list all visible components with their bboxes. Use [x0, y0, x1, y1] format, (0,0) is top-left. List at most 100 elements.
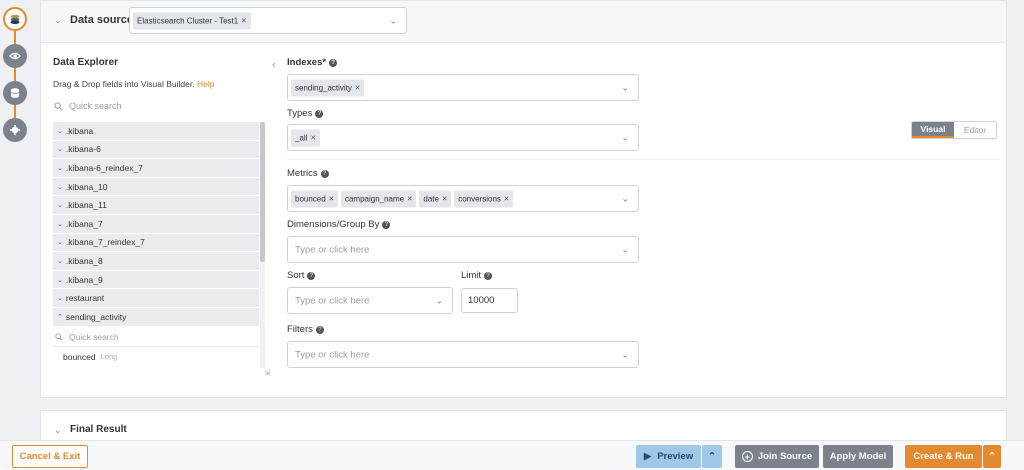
tree-item[interactable]: ⌄ .kibana — [53, 122, 259, 141]
chevron-down-icon[interactable]: ⌄ — [621, 132, 629, 143]
chevron-down-icon: ⌄ — [57, 127, 63, 135]
preview-menu-button[interactable]: ⌃ — [702, 445, 722, 468]
visual-mode-button[interactable]: Visual — [912, 122, 954, 138]
explorer-search-input[interactable]: Quick search — [53, 100, 265, 114]
help-link[interactable]: Help — [197, 79, 214, 89]
tree-item[interactable]: ⌄ .kibana_10 — [53, 177, 259, 197]
remove-icon[interactable]: × — [355, 83, 360, 93]
apply-model-button[interactable]: Apply Model — [823, 445, 893, 468]
metrics-label-text: Metrics — [287, 168, 318, 179]
type-chip: _all × — [291, 129, 320, 146]
type-chip-label: _all — [295, 133, 308, 142]
chevron-down-icon: ⌄ — [57, 220, 63, 228]
preview-button[interactable]: ▶ Preview — [636, 445, 701, 468]
database-icon[interactable] — [3, 81, 27, 105]
resize-handle-icon[interactable]: ⇲ — [264, 369, 270, 377]
data-explorer-title: Data Explorer — [53, 57, 119, 68]
tree-item[interactable]: ⌄ .kibana_11 — [53, 196, 259, 215]
types-select[interactable]: _all × ⌄ — [287, 124, 639, 151]
help-icon[interactable]: ? — [315, 326, 324, 334]
sort-label-text: Sort — [287, 270, 305, 281]
limit-input[interactable]: 10000 — [461, 288, 518, 313]
tree-item-label: .kibana — [65, 125, 94, 136]
collapse-explorer-icon[interactable]: ‹ — [272, 59, 276, 71]
chevron-down-icon[interactable]: ⌄ — [621, 193, 629, 204]
remove-icon[interactable]: × — [329, 194, 334, 204]
join-source-button[interactable]: + Join Source — [735, 445, 819, 468]
field-search-input[interactable]: Quick search — [53, 326, 259, 347]
indexes-select[interactable]: sending_activity × ⌄ — [287, 74, 639, 101]
cancel-exit-button[interactable]: Cancel & Exit — [12, 445, 88, 468]
indexes-label: Indexes*? — [287, 57, 338, 68]
data-source-select[interactable]: Elasticsearch Cluster - Test1 × ⌄ — [129, 7, 407, 34]
dimensions-select[interactable]: Type or click here ⌄ — [287, 236, 639, 263]
tree-item[interactable]: ⌄ .kibana-6_reindex_7 — [53, 159, 259, 178]
play-icon: ▶ — [643, 451, 652, 462]
filters-select[interactable]: Type or click here ⌄ — [287, 341, 639, 368]
help-icon[interactable]: ? — [329, 59, 338, 67]
remove-icon[interactable]: × — [241, 16, 246, 26]
field-type: Long — [100, 352, 118, 362]
metric-chip-label: conversions — [458, 194, 501, 203]
search-icon — [55, 332, 63, 341]
sort-select[interactable]: Type or click here ⌄ — [287, 287, 453, 314]
section-divider — [287, 159, 999, 160]
scrollbar-thumb[interactable] — [260, 122, 265, 262]
help-icon[interactable]: ? — [315, 110, 324, 118]
search-icon — [54, 102, 63, 111]
app-logo-icon[interactable] — [3, 7, 27, 31]
help-icon[interactable]: ? — [320, 170, 329, 178]
chevron-down-icon[interactable]: ⌄ — [54, 15, 62, 26]
remove-icon[interactable]: × — [442, 194, 447, 204]
tree-item[interactable]: ⌄ .kibana_7 — [53, 214, 259, 234]
tree-item-label: .kibana_7_reindex_7 — [65, 237, 145, 248]
help-icon[interactable]: ? — [484, 272, 493, 280]
chevron-down-icon: ⌄ — [57, 164, 63, 172]
filters-label: Filters? — [287, 324, 324, 335]
explorer-search-placeholder: Quick search — [69, 101, 122, 111]
create-run-button[interactable]: Create & Run — [905, 445, 982, 468]
data-source-title: Data source — [70, 14, 133, 26]
create-run-menu-button[interactable]: ⌃ — [983, 445, 1001, 468]
metric-chip: date × — [419, 190, 452, 207]
tree-item-label: .kibana_8 — [65, 255, 103, 266]
help-icon[interactable]: ? — [307, 272, 316, 280]
tree-item-expanded[interactable]: ⌃ sending_activity — [53, 307, 259, 327]
query-builder-panel: ⌄ Data source Elasticsearch Cluster - Te… — [40, 0, 1007, 398]
tree-item[interactable]: ⌄ .kibana_9 — [53, 270, 259, 290]
tree-item[interactable]: ⌄ .kibana_8 — [53, 252, 259, 271]
remove-icon[interactable]: × — [310, 133, 315, 143]
remove-icon[interactable]: × — [407, 194, 412, 204]
field-item[interactable]: bounced Long — [53, 347, 259, 367]
types-label-text: Types — [287, 108, 313, 119]
tree-scrollbar[interactable] — [260, 122, 265, 368]
tree-item-label: .kibana-6 — [65, 144, 101, 155]
chevron-down-icon[interactable]: ⌄ — [54, 425, 62, 436]
metrics-select[interactable]: bounced × campaign_name × date × conversion… — [287, 185, 639, 212]
chevron-down-icon: ⌄ — [57, 202, 63, 210]
chevron-down-icon: ⌄ — [57, 276, 63, 284]
metric-chip-label: campaign_name — [344, 194, 405, 203]
help-icon[interactable]: ? — [382, 221, 391, 229]
editor-mode-button[interactable]: Editor — [954, 122, 996, 138]
data-explorer-instructions: Drag & Drop fields into Visual Builder. — [53, 79, 195, 89]
filters-placeholder: Type or click here — [295, 349, 370, 360]
tree-item[interactable]: ⌄ restaurant — [53, 289, 259, 308]
eye-icon[interactable] — [3, 44, 27, 68]
tree-item[interactable]: ⌄ .kibana_7_reindex_7 — [53, 233, 259, 253]
metric-chip: campaign_name × — [340, 190, 417, 207]
tree-item[interactable]: ⌄ .kibana-6 — [53, 140, 259, 160]
chevron-down-icon[interactable]: ⌄ — [389, 15, 397, 26]
chevron-down-icon: ⌄ — [57, 257, 63, 265]
remove-icon[interactable]: × — [504, 194, 509, 204]
chevron-down-icon[interactable]: ⌄ — [621, 82, 629, 93]
final-result-section[interactable]: ⌄ Final Result — [40, 410, 1007, 440]
plus-icon: + — [741, 451, 753, 462]
chevron-down-icon: ⌄ — [57, 295, 63, 303]
chevron-down-icon[interactable]: ⌄ — [435, 295, 443, 306]
sort-label: Sort? — [287, 270, 316, 281]
join-source-label: Join Source — [757, 451, 813, 462]
chevron-down-icon[interactable]: ⌄ — [621, 349, 629, 360]
chevron-down-icon[interactable]: ⌄ — [621, 244, 629, 255]
gear-icon[interactable] — [3, 118, 27, 142]
